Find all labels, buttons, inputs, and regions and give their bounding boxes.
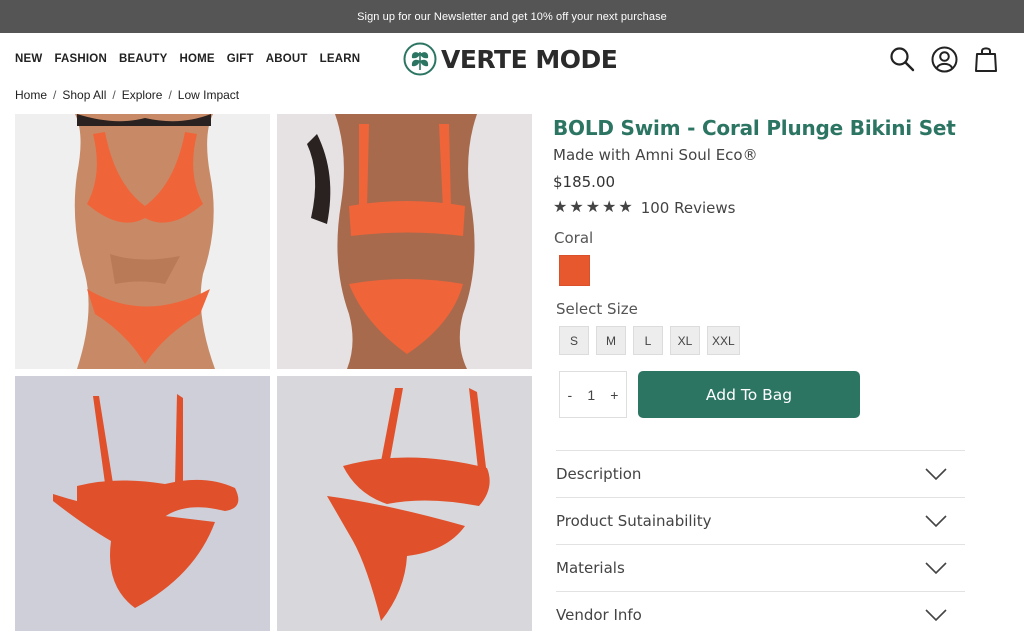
accordion-vendor-info[interactable]: Vendor Info <box>556 591 965 638</box>
product-rating[interactable]: ★ ★ ★ ★ ★ 100 Reviews <box>553 199 973 217</box>
promo-banner[interactable]: Sign up for our Newsletter and get 10% o… <box>0 0 1024 33</box>
review-count[interactable]: 100 Reviews <box>641 199 736 217</box>
product-photo-flatlay[interactable] <box>15 376 270 631</box>
accordion-label: Vendor Info <box>556 606 642 624</box>
bag-icon[interactable] <box>972 44 1000 74</box>
accordion-label: Materials <box>556 559 625 577</box>
model-back-image <box>307 114 477 369</box>
breadcrumb-home[interactable]: Home <box>15 88 47 102</box>
star-icon: ★ <box>569 199 584 216</box>
star-icon: ★ <box>602 199 617 216</box>
breadcrumb-shop-all[interactable]: Shop All <box>62 88 106 102</box>
size-label: Select Size <box>556 300 638 318</box>
nav-learn[interactable]: LEARN <box>320 53 361 65</box>
chevron-down-icon <box>925 515 947 528</box>
brand-name: VERTE MODE <box>441 44 618 74</box>
accordion-description[interactable]: Description <box>556 450 965 497</box>
accordion-label: Product Sutainability <box>556 512 712 530</box>
breadcrumb-separator: / <box>112 88 116 102</box>
product-subtitle: Made with Amni Soul Eco® <box>553 146 758 164</box>
size-option-l[interactable]: L <box>633 326 663 355</box>
model-front-image <box>74 114 215 369</box>
breadcrumb-separator: / <box>53 88 57 102</box>
size-option-xl[interactable]: XL <box>670 326 700 355</box>
nav-beauty[interactable]: BEAUTY <box>119 53 167 65</box>
leaf-logo-icon <box>403 42 437 76</box>
product-info: BOLD Swim - Coral Plunge Bikini Set Made… <box>553 114 973 418</box>
main-nav: NEW FASHION BEAUTY HOME GIFT ABOUT LEARN <box>15 53 360 65</box>
accordion-product-sustainability[interactable]: Product Sutainability <box>556 497 965 544</box>
quantity-increase-button[interactable]: + <box>610 387 618 403</box>
brand-logo[interactable]: VERTE MODE <box>403 42 618 76</box>
breadcrumb-explore[interactable]: Explore <box>122 88 163 102</box>
account-icon[interactable] <box>930 44 958 74</box>
nav-home[interactable]: HOME <box>179 53 214 65</box>
nav-gift[interactable]: GIFT <box>227 53 254 65</box>
product-gallery <box>15 114 533 632</box>
nav-fashion[interactable]: FASHION <box>54 53 107 65</box>
search-icon[interactable] <box>888 44 916 74</box>
product-photo-back[interactable] <box>277 114 532 369</box>
promo-text: Sign up for our Newsletter and get 10% o… <box>357 10 667 23</box>
product-title: BOLD Swim - Coral Plunge Bikini Set <box>553 116 956 140</box>
accordion-materials[interactable]: Materials <box>556 544 965 591</box>
header-icons <box>888 44 1000 74</box>
nav-new[interactable]: NEW <box>15 53 42 65</box>
color-swatch-coral[interactable] <box>559 255 590 286</box>
nav-about[interactable]: ABOUT <box>266 53 308 65</box>
quantity-decrease-button[interactable]: - <box>568 387 573 403</box>
chevron-down-icon <box>925 468 947 481</box>
star-icon: ★ <box>585 199 601 216</box>
accordion-label: Description <box>556 465 642 483</box>
star-icon: ★ <box>618 199 633 216</box>
add-to-bag-button[interactable]: Add To Bag <box>638 371 860 418</box>
size-option-s[interactable]: S <box>559 326 589 355</box>
product-price: $185.00 <box>553 173 616 191</box>
breadcrumb-separator: / <box>168 88 172 102</box>
star-icon: ★ <box>553 199 568 216</box>
chevron-down-icon <box>925 609 947 622</box>
size-options: S M L XL XXL <box>559 326 973 355</box>
flatlay-image-2 <box>327 388 490 621</box>
color-name: Coral <box>554 229 594 247</box>
quantity-value[interactable]: 1 <box>587 387 595 403</box>
breadcrumb: Home / Shop All / Explore / Low Impact <box>15 88 239 102</box>
quantity-stepper: - 1 + <box>559 371 627 418</box>
breadcrumb-low-impact[interactable]: Low Impact <box>178 88 239 102</box>
chevron-down-icon <box>925 562 947 575</box>
product-photo-front[interactable] <box>15 114 270 369</box>
product-photo-flatlay-2[interactable] <box>277 376 532 631</box>
product-accordion: Description Product Sutainability Materi… <box>556 450 965 638</box>
buy-row: - 1 + Add To Bag <box>559 371 973 418</box>
size-option-m[interactable]: M <box>596 326 626 355</box>
size-option-xxl[interactable]: XXL <box>707 326 740 355</box>
flatlay-image-1 <box>53 394 239 608</box>
